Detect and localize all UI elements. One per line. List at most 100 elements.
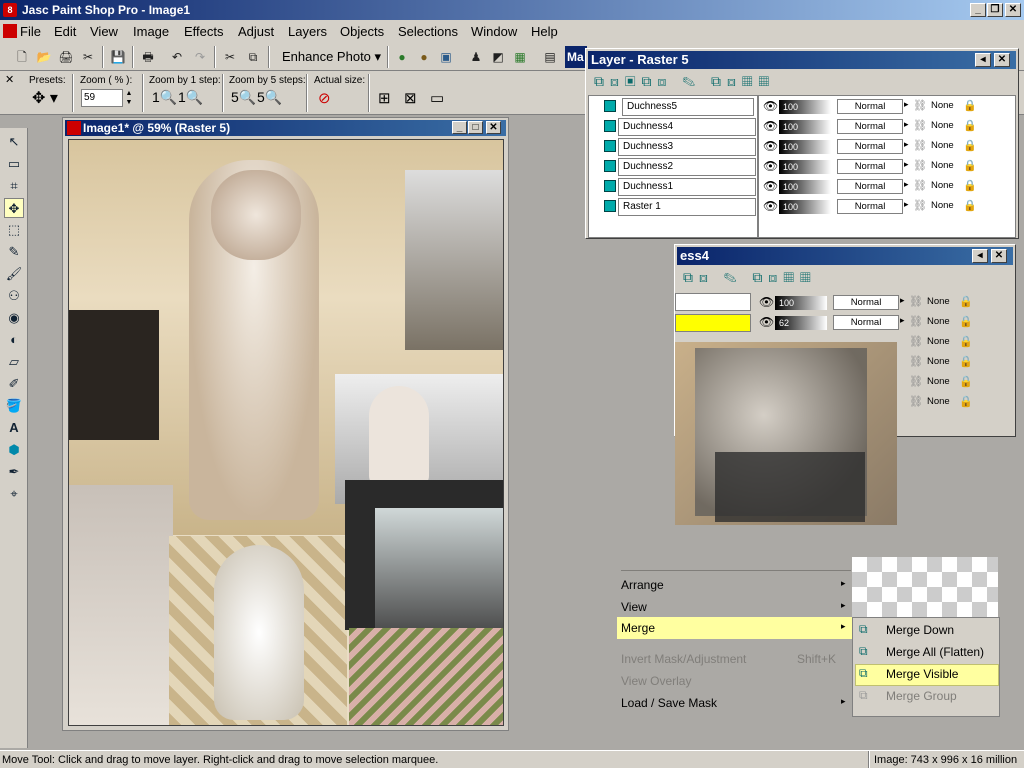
undo-icon[interactable]: ↶ — [167, 47, 187, 67]
layer2-props-row[interactable]: 👁 100 Normal ▸ ⛓ None 🔒 — [757, 294, 1007, 312]
pointer-tool-icon[interactable]: ↖ — [4, 132, 24, 152]
menu-item-view[interactable]: View — [621, 600, 647, 614]
merge-group-item[interactable]: Merge Group — [886, 689, 957, 703]
merge-visible-item[interactable]: Merge Visible — [886, 667, 958, 681]
lock-icon[interactable]: 🔒 — [963, 199, 977, 212]
blend-mode-select[interactable]: Normal — [837, 99, 903, 114]
minimized-window-button[interactable]: Ma — [565, 46, 587, 68]
mask-link-icon[interactable]: ⛓ — [913, 179, 927, 192]
layer-props-row[interactable]: 👁 100 Normal ▸ ⛓ None 🔒 — [761, 178, 1011, 196]
clone-brush-icon[interactable]: ⚇ — [4, 286, 24, 306]
blend-mode-select[interactable]: Normal — [837, 199, 903, 214]
landscape-icon[interactable]: ▣ — [436, 47, 456, 67]
actual-size-icon[interactable]: ⊘ — [318, 89, 331, 107]
layer-palette[interactable]: Layer - Raster 5 ◂ ✕ ⧉⧈▣⧉⧈ ✎ ⧉⧈▦▦ Duchne… — [585, 48, 1019, 239]
eyedropper-icon[interactable]: ✎ — [4, 242, 24, 262]
layer2-toolbar-icons[interactable]: ⧉⧈ ✎ ⧉⧈▦▦ — [683, 269, 817, 286]
paint-brush-icon[interactable]: 🖌 — [4, 264, 24, 284]
contrast-icon[interactable]: ◩ — [488, 47, 508, 67]
menu-item-view-overlay[interactable]: View Overlay — [621, 674, 691, 688]
lock-icon[interactable]: 🔒 — [959, 315, 973, 328]
palette-icon[interactable]: ▦ — [510, 47, 530, 67]
save-icon[interactable]: 💾 — [108, 47, 128, 67]
visibility-eye-icon[interactable]: 👁 — [759, 315, 774, 329]
blend-arrow-icon[interactable]: ▸ — [904, 139, 909, 150]
zoom-spinner[interactable]: ▲ ▼ — [124, 89, 134, 107]
mask-link-icon[interactable]: ⛓ — [913, 199, 927, 212]
redo-icon[interactable]: ↷ — [190, 47, 210, 67]
opacity-slider[interactable]: 100 — [779, 140, 831, 154]
object-selector-icon[interactable]: ⌖ — [4, 484, 24, 504]
lock-icon[interactable]: 🔒 — [963, 159, 977, 172]
blend-mode-select[interactable]: Normal — [833, 315, 899, 330]
visibility-eye-icon[interactable]: 👁 — [763, 179, 778, 193]
fill-tool-icon[interactable]: 🪣 — [4, 396, 24, 416]
image-close-icon[interactable]: ✕ — [486, 121, 501, 134]
menu-item-merge[interactable]: Merge — [621, 621, 655, 635]
mask-link-icon[interactable]: ⛓ — [913, 119, 927, 132]
visibility-eye-icon[interactable]: 👁 — [763, 119, 778, 133]
move-preset-icon[interactable]: ✥ ▾ — [32, 88, 58, 108]
blend-arrow-icon[interactable]: ▸ — [904, 119, 909, 130]
zoom-in-1-icon[interactable]: 1🔍 — [178, 89, 203, 106]
eraser-tool-icon[interactable]: ▱ — [4, 352, 24, 372]
blend-mode-select[interactable]: Normal — [837, 159, 903, 174]
options-close-icon[interactable]: ✕ — [5, 73, 14, 86]
lock-icon[interactable]: 🔒 — [959, 355, 973, 368]
lock-icon[interactable]: 🔒 — [963, 179, 977, 192]
palette2-close-icon[interactable]: ✕ — [991, 249, 1007, 263]
lock-icon[interactable]: 🔒 — [959, 295, 973, 308]
full-screen-icon[interactable]: ▭ — [430, 89, 444, 107]
portrait-icon[interactable]: ♟ — [466, 47, 486, 67]
mask-link-icon[interactable]: ⛓ — [909, 295, 923, 308]
menu-objects[interactable]: Objects — [340, 24, 384, 39]
merge-down-item[interactable]: Merge Down — [886, 623, 954, 637]
merge-all-item[interactable]: Merge All (Flatten) — [886, 645, 984, 659]
cat-photo-sleeping[interactable] — [375, 508, 503, 638]
retouch-icon[interactable]: ● — [414, 47, 434, 67]
opacity-slider[interactable]: 100 — [779, 120, 831, 134]
visibility-eye-icon[interactable]: 👁 — [763, 99, 778, 113]
mask-link-icon[interactable]: ⛓ — [909, 355, 923, 368]
restore-icon[interactable]: ❐ — [987, 3, 1003, 17]
layer-name-input[interactable]: Duchness5 — [622, 98, 754, 116]
print-icon[interactable]: 🖶 — [138, 47, 158, 67]
mask-link-icon[interactable]: ⛓ — [909, 395, 923, 408]
blend-mode-select[interactable]: Normal — [837, 139, 903, 154]
cut-icon[interactable]: ✂ — [220, 47, 240, 67]
lighten-tool-icon[interactable]: ◐ — [4, 330, 24, 350]
browse-icon[interactable]: 🖨 — [56, 47, 76, 67]
opacity-slider[interactable]: 100 — [779, 200, 831, 214]
layer-toolbar-icons[interactable]: ⧉⧈▣⧉⧈ ✎ ⧉⧈▦▦ — [594, 73, 775, 90]
zoom-out-1-icon[interactable]: 1🔍 — [152, 89, 177, 106]
blend-arrow-icon[interactable]: ▸ — [904, 179, 909, 190]
menu-layers[interactable]: Layers — [288, 24, 327, 39]
dodge-tool-icon[interactable]: ◉ — [4, 308, 24, 328]
histogram-icon[interactable]: ▤ — [540, 47, 560, 67]
opacity-slider[interactable]: 62 — [775, 316, 827, 330]
blend-arrow-icon[interactable]: ▸ — [900, 295, 905, 306]
copy-icon[interactable]: ⧉ — [243, 47, 263, 67]
fit-image-icon[interactable]: ⊠ — [404, 89, 417, 107]
palette-collapse-icon[interactable]: ◂ — [975, 53, 991, 67]
menu-image[interactable]: Image — [133, 24, 169, 39]
visibility-eye-icon[interactable]: 👁 — [763, 159, 778, 173]
layer2-name-cell[interactable] — [675, 293, 751, 311]
mask-link-icon[interactable]: ⛓ — [913, 139, 927, 152]
layer-props-row[interactable]: 👁 100 Normal ▸ ⛓ None 🔒 — [761, 158, 1011, 176]
zoom-in-5-icon[interactable]: 5🔍 — [257, 89, 282, 106]
image-canvas[interactable] — [68, 139, 504, 726]
opacity-slider[interactable]: 100 — [779, 100, 831, 114]
menu-edit[interactable]: Edit — [54, 24, 76, 39]
menu-item-load-save-mask[interactable]: Load / Save Mask — [621, 696, 717, 710]
scissors-icon[interactable]: ✂ — [78, 47, 98, 67]
red-eye-icon[interactable]: ● — [392, 47, 412, 67]
mask-link-icon[interactable]: ⛓ — [913, 159, 927, 172]
fit-window-icon[interactable]: ⊞ — [378, 89, 391, 107]
mask-link-icon[interactable]: ⛓ — [909, 375, 923, 388]
doc-icon[interactable] — [3, 24, 17, 38]
visibility-eye-icon[interactable]: 👁 — [763, 139, 778, 153]
blend-mode-select[interactable]: Normal — [837, 119, 903, 134]
lock-icon[interactable]: 🔒 — [963, 139, 977, 152]
lock-icon[interactable]: 🔒 — [963, 99, 977, 112]
